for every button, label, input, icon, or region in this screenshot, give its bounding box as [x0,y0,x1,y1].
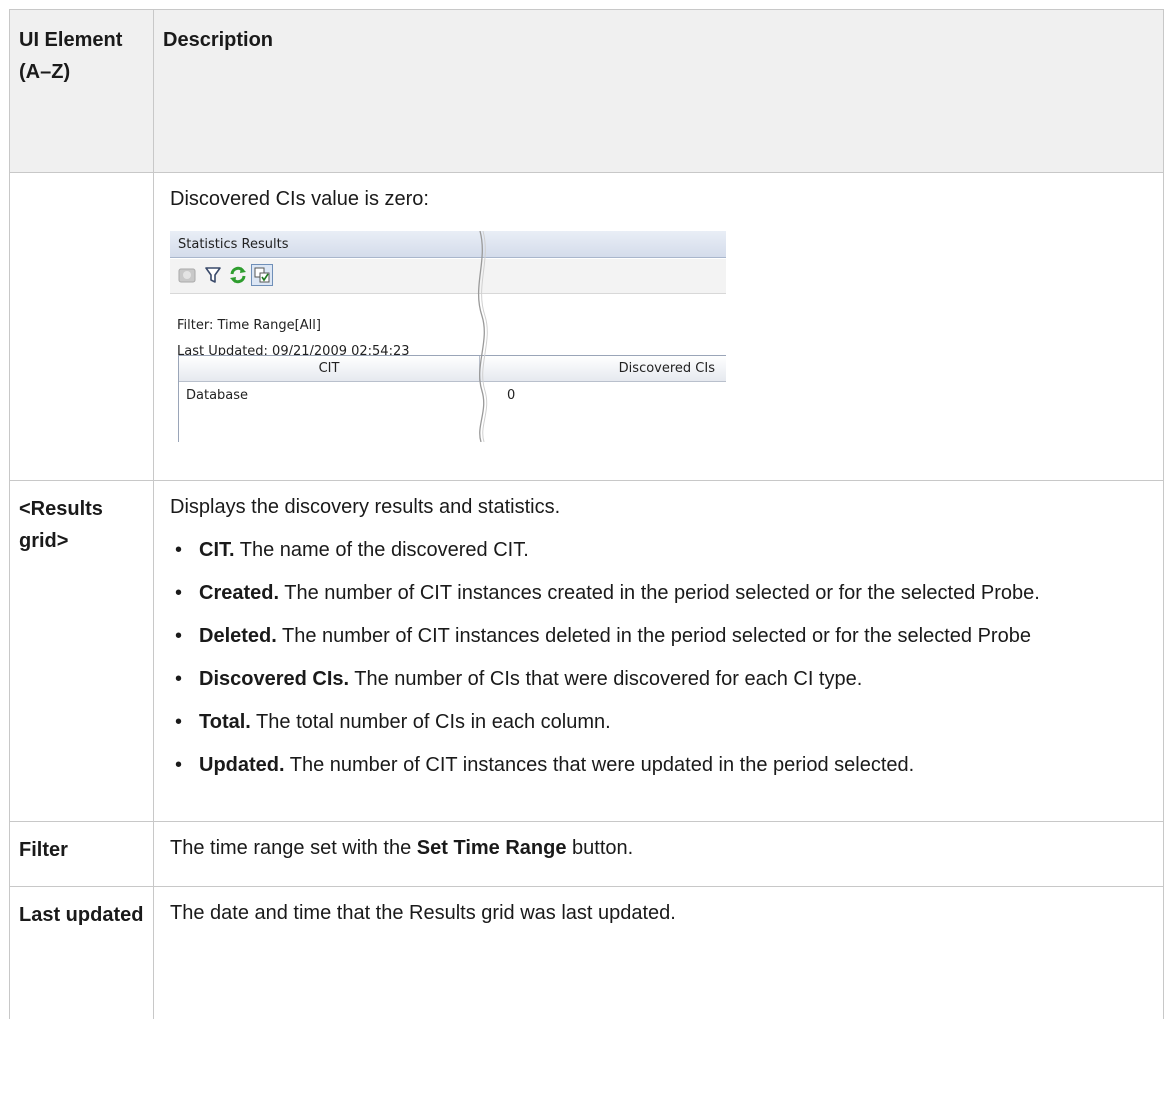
grid-cell-discovered: 0 [507,388,516,403]
row-element-empty [9,172,154,481]
refresh-icon [227,264,249,286]
list-item: CIT. The name of the discovered CIT. [170,534,1153,566]
filter-icon [202,264,224,286]
results-grid-columns-list: CIT. The name of the discovered CIT. Cre… [170,534,1153,781]
table-header-row: UI Element (A–Z) Description [9,9,1164,173]
statistics-results-screenshot: Statistics Results Filter: Time Range[Al… [170,231,726,442]
table-row: Last updated The date and time that the … [9,886,1164,1019]
grid-header-discovered: Discovered CIs [480,356,726,382]
list-item: Total. The total number of CIs in each c… [170,706,1153,738]
row-description: The date and time that the Results grid … [153,886,1164,1019]
screenshot-title: Statistics Results [170,231,726,258]
list-item: Updated. The number of CIT instances tha… [170,749,1153,781]
row-description: The time range set with the Set Time Ran… [153,821,1164,887]
row-element-last-updated: Last updated [9,886,154,1019]
torn-edge-divider [478,231,488,442]
list-item: Discovered CIs. The number of CIs that w… [170,663,1153,695]
table-row: Discovered CIs value is zero: Statistics… [9,172,1164,481]
screenshot-toolbar [170,259,726,294]
discovered-zero-text: Discovered CIs value is zero: [170,188,429,210]
ui-element-table: UI Element (A–Z) Description Discovered … [9,9,1164,1019]
row-description: Displays the discovery results and stati… [153,480,1164,822]
table-row: <Results grid> Displays the discovery re… [9,480,1164,822]
statistics-icon [176,264,198,286]
row-element-results-grid: <Results grid> [9,480,154,822]
select-checkbox-icon [251,264,273,286]
screenshot-results-grid: CIT Discovered CIs Database 0 [178,355,726,442]
grid-header-cit: CIT [179,356,480,382]
set-time-range-label: Set Time Range [416,837,567,859]
header-description: Description [153,9,1164,173]
table-row: Filter The time range set with the Set T… [9,821,1164,887]
row-description: Discovered CIs value is zero: Statistics… [153,172,1164,481]
list-item: Created. The number of CIT instances cre… [170,577,1153,609]
header-ui-element: UI Element (A–Z) [9,9,154,173]
row-element-filter: Filter [9,821,154,887]
list-item: Deleted. The number of CIT instances del… [170,620,1153,652]
results-grid-intro: Displays the discovery results and stati… [170,496,561,518]
grid-cell-cit: Database [186,388,249,403]
